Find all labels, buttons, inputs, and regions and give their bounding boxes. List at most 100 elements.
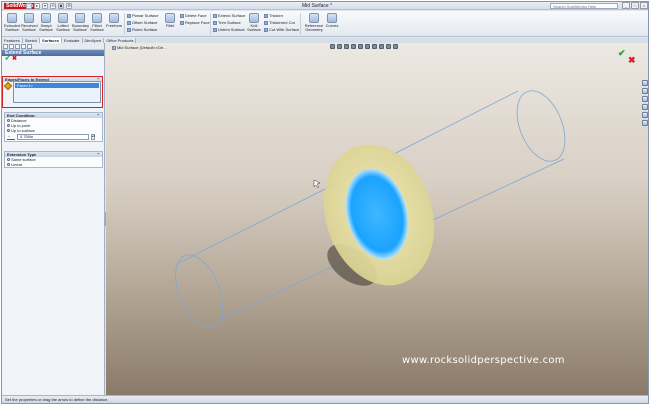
extension-type-group: Extension Type ⌃ Same surface Linear	[4, 151, 103, 168]
manager-toolbar	[2, 43, 104, 50]
view-orientation-icon[interactable]	[358, 44, 363, 49]
dimxpert-manager-icon[interactable]	[21, 44, 26, 49]
appearances-icon[interactable]	[642, 112, 648, 118]
delete-face-icon	[180, 13, 184, 18]
distance-spinner[interactable]: ▴▾	[91, 134, 95, 140]
boundary-surface-button[interactable]: Boundary Surface	[72, 13, 89, 32]
options-gear-icon[interactable]: ⚙	[66, 3, 72, 9]
face-selection-icon	[3, 81, 13, 91]
thicken-button[interactable]: Thicken	[264, 13, 283, 19]
hide-show-items-icon[interactable]	[372, 44, 377, 49]
curves-button[interactable]: Curves	[324, 13, 340, 28]
confirm-cancel-icon[interactable]: ✖	[628, 55, 636, 66]
close-icon[interactable]: ×	[640, 2, 648, 9]
help-search-input[interactable]	[550, 3, 618, 9]
freeform-icon	[109, 13, 119, 23]
ribbon-separator	[124, 13, 125, 35]
knit-surface-button[interactable]: Knit Surface	[246, 13, 262, 32]
boundary-surface-icon	[75, 13, 85, 23]
zoom-to-area-icon[interactable]	[337, 44, 342, 49]
extruded-surface-icon	[7, 13, 17, 23]
task-pane-tabs	[642, 80, 648, 126]
thicken-icon	[264, 13, 268, 18]
edges-faces-selection-list[interactable]: Face<1>	[13, 81, 101, 103]
application-window: SolidWorks □ ▸ ▾ ⟲ ▣ ⚙ Mid Surface * _ □…	[1, 1, 649, 404]
quick-access-toolbar: □ ▸ ▾ ⟲ ▣ ⚙	[26, 3, 72, 9]
configuration-manager-icon[interactable]	[15, 44, 20, 49]
offset-surface-button[interactable]: Offset Surface	[127, 20, 158, 26]
new-document-icon[interactable]: □	[26, 3, 32, 9]
ruled-surface-icon	[127, 27, 131, 32]
property-manager-actions: ✔ ✖	[2, 56, 104, 63]
radio-linear[interactable]: Linear	[5, 162, 102, 167]
distance-row: ↔ 0.750in ▴▾	[5, 133, 102, 141]
part-icon	[112, 45, 116, 50]
confirm-ok-icon[interactable]: ✔	[618, 48, 626, 59]
filled-surface-icon	[92, 13, 102, 23]
delete-face-button[interactable]: Delete Face	[180, 13, 207, 19]
section-view-icon[interactable]	[351, 44, 356, 49]
status-message: Set the properties or drag the arrow to …	[5, 397, 109, 402]
feature-tree-icon[interactable]	[3, 44, 8, 49]
untrim-surface-button[interactable]: Untrim Surface	[213, 27, 245, 33]
fillet-icon	[165, 13, 175, 23]
planar-surface-icon	[127, 13, 131, 18]
replace-face-button[interactable]: Replace Face	[180, 20, 210, 26]
previous-view-icon[interactable]	[344, 44, 349, 49]
save-document-icon[interactable]: ▾	[42, 3, 48, 9]
maximize-icon[interactable]: □	[631, 2, 639, 9]
view-palette-icon[interactable]	[642, 104, 648, 110]
minimize-icon[interactable]: _	[622, 2, 630, 9]
custom-properties-icon[interactable]	[642, 120, 648, 126]
window-controls: _ □ ×	[622, 2, 648, 9]
distance-input[interactable]: 0.750in	[17, 134, 89, 140]
model-scene[interactable]	[106, 43, 648, 395]
lofted-surface-button[interactable]: Lofted Surface	[55, 13, 71, 32]
status-bar: Set the properties or drag the arrow to …	[2, 395, 648, 403]
flyout-feature-tree[interactable]: Mid Surface (Default<<De...	[112, 45, 167, 50]
knit-surface-icon	[249, 13, 259, 23]
surfaces-ribbon: Extruded Surface Revolved Surface Swept …	[2, 11, 648, 37]
curves-icon	[327, 13, 337, 23]
select-icon[interactable]: ▣	[58, 3, 64, 9]
thickened-cut-icon	[264, 20, 268, 25]
freeform-button[interactable]: Freeform	[106, 13, 122, 28]
fillet-button[interactable]: Fillet	[162, 13, 178, 28]
thickened-cut-button[interactable]: Thickened Cut	[264, 20, 295, 26]
file-explorer-icon[interactable]	[642, 96, 648, 102]
planar-surface-button[interactable]: Planar Surface	[127, 13, 158, 19]
property-manager-panel: Extend Surface ✔ ✖ Edges/Faces to Extend…	[2, 43, 105, 395]
swept-surface-icon	[41, 13, 51, 23]
display-manager-icon[interactable]	[27, 44, 32, 49]
property-manager-icon[interactable]	[9, 44, 14, 49]
reference-geometry-icon	[309, 13, 319, 23]
revolved-surface-button[interactable]: Revolved Surface	[21, 13, 38, 32]
edit-appearance-icon[interactable]	[379, 44, 384, 49]
document-title: Mid Surface *	[302, 3, 333, 9]
ruled-surface-button[interactable]: Ruled Surface	[127, 27, 157, 33]
apply-scene-icon[interactable]	[386, 44, 391, 49]
trim-surface-button[interactable]: Trim Surface	[213, 20, 241, 26]
design-library-icon[interactable]	[642, 88, 648, 94]
untrim-surface-icon	[213, 27, 217, 32]
undo-icon[interactable]: ⟲	[50, 3, 56, 9]
graphics-viewport[interactable]: Mid Surface (Default<<De... ✔ ✖	[106, 43, 648, 395]
cut-with-surface-button[interactable]: Cut With Surface	[264, 27, 299, 33]
replace-face-icon	[180, 20, 184, 25]
filled-surface-button[interactable]: Filled Surface	[89, 13, 105, 32]
view-settings-icon[interactable]	[393, 44, 398, 49]
open-document-icon[interactable]: ▸	[34, 3, 40, 9]
lofted-surface-icon	[58, 13, 68, 23]
edges-faces-group: Edges/Faces to Extend ⌃ Face<1>	[2, 76, 103, 108]
extend-surface-icon	[213, 13, 217, 18]
extruded-surface-button[interactable]: Extruded Surface	[4, 13, 20, 32]
selected-face-item[interactable]: Face<1>	[15, 83, 99, 88]
zoom-to-fit-icon[interactable]	[330, 44, 335, 49]
display-style-icon[interactable]	[365, 44, 370, 49]
solidworks-resources-icon[interactable]	[642, 80, 648, 86]
ok-check-icon[interactable]: ✔	[5, 56, 10, 62]
reference-geometry-button[interactable]: Reference Geometry	[304, 13, 324, 32]
swept-surface-button[interactable]: Swept Surface	[38, 13, 54, 32]
cancel-x-icon[interactable]: ✖	[12, 56, 17, 62]
extend-surface-button[interactable]: Extend Surface	[213, 13, 245, 19]
